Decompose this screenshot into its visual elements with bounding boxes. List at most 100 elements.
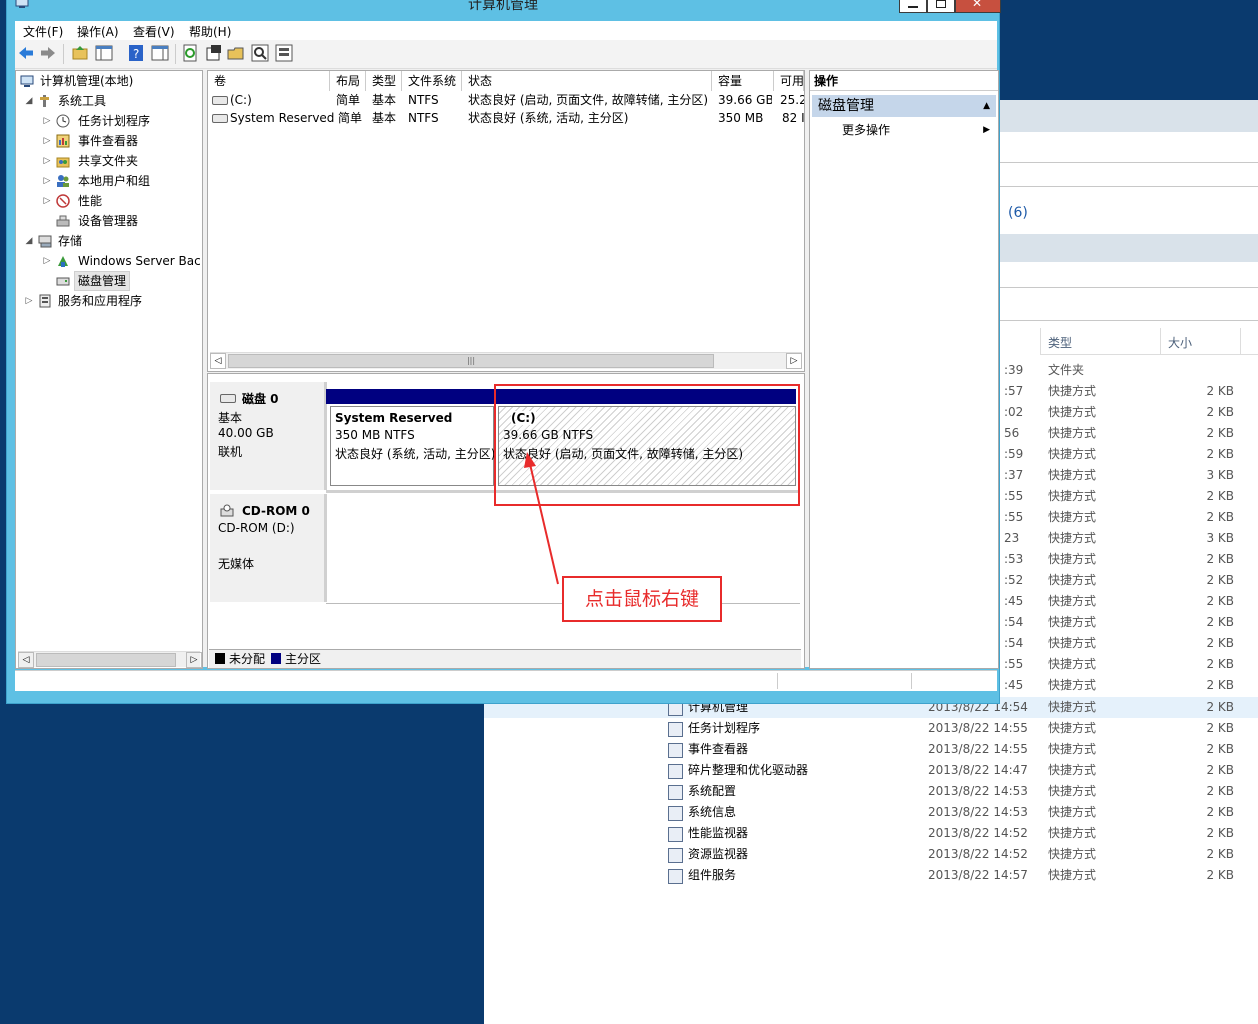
bg-file-row[interactable]: 系统信息 2013/8/22 14:53 快捷方式 2 KB: [484, 802, 1258, 823]
expand-arrow-icon[interactable]: ▷: [42, 131, 52, 151]
properties-panel-icon[interactable]: [151, 44, 169, 62]
bg-file-type: 快捷方式: [1048, 552, 1097, 566]
expand-arrow-icon[interactable]: ▷: [42, 191, 52, 211]
svg-text:?: ?: [133, 47, 139, 61]
tree-label: 设备管理器: [78, 214, 139, 228]
scroll-left-icon[interactable]: ◁: [18, 652, 34, 668]
bg-file-type: 快捷方式: [1048, 531, 1097, 545]
expand-arrow-icon[interactable]: ▷: [24, 291, 34, 311]
col-type[interactable]: 类型: [366, 71, 402, 91]
volume-horizontal-scrollbar[interactable]: ◁ ||| ▷: [210, 352, 802, 369]
volume-layout: 简单: [338, 111, 363, 125]
bg-file-type: 快捷方式: [1048, 678, 1097, 692]
close-button[interactable]: ✕: [955, 0, 1001, 13]
help-icon[interactable]: ?: [127, 44, 145, 62]
tree-item-shared-folders[interactable]: ▷ 共享文件夹: [16, 151, 200, 171]
bg-file-type: 快捷方式: [1048, 742, 1097, 756]
collapse-up-icon[interactable]: ▲: [983, 95, 990, 117]
bg-file-type: 快捷方式: [1048, 510, 1097, 524]
menu-file[interactable]: 文件(F): [23, 23, 63, 40]
bg-divider: [1000, 287, 1258, 288]
scroll-thumb[interactable]: |||: [228, 354, 714, 368]
back-icon[interactable]: [17, 44, 35, 62]
show-hide-tree-icon[interactable]: [95, 44, 113, 62]
tree-item-local-users[interactable]: ▷ 本地用户和组: [16, 171, 200, 191]
table-row[interactable]: (C:) 简单 基本 NTFS 状态良好 (启动, 页面文件, 故障转储, 主分…: [208, 91, 804, 109]
search-icon[interactable]: [251, 44, 269, 62]
scroll-thumb[interactable]: [36, 653, 176, 667]
bg-col-size[interactable]: 大小: [1168, 334, 1192, 351]
bg-file-type: 快捷方式: [1048, 721, 1097, 735]
partition-system-reserved[interactable]: System Reserved 350 MB NTFS 状态良好 (系统, 活动…: [330, 406, 496, 486]
status-bar: [15, 670, 997, 691]
up-folder-icon[interactable]: [71, 44, 89, 62]
tree-label: 本地用户和组: [78, 174, 151, 188]
storage-icon: [38, 234, 52, 248]
col-status[interactable]: 状态: [462, 71, 712, 91]
tree-item-device-manager[interactable]: 设备管理器: [16, 211, 200, 231]
scroll-right-icon[interactable]: ▷: [786, 353, 802, 369]
scroll-right-icon[interactable]: ▷: [186, 652, 202, 668]
disk-0-label[interactable]: 磁盘 0 基本 40.00 GB 联机: [210, 382, 327, 490]
menu-help[interactable]: 帮助(H): [189, 23, 231, 40]
bg-file-row[interactable]: 资源监视器 2013/8/22 14:52 快捷方式 2 KB: [484, 844, 1258, 865]
partition-status: 状态良好 (系统, 活动, 主分区): [335, 447, 496, 461]
scroll-left-icon[interactable]: ◁: [210, 353, 226, 369]
col-capacity[interactable]: 容量: [712, 71, 774, 91]
tree-item-performance[interactable]: ▷ 性能: [16, 191, 200, 211]
more-actions-item[interactable]: 更多操作 ▶: [812, 120, 996, 140]
menu-view[interactable]: 查看(V): [133, 23, 175, 40]
bg-file-row[interactable]: 组件服务 2013/8/22 14:57 快捷方式 2 KB: [484, 865, 1258, 886]
settings-icon[interactable]: [275, 44, 293, 62]
bg-file-row[interactable]: 系统配置 2013/8/22 14:53 快捷方式 2 KB: [484, 781, 1258, 802]
tree-label: 系统工具: [58, 94, 107, 108]
bg-file-row[interactable]: 事件查看器 2013/8/22 14:55 快捷方式 2 KB: [484, 739, 1258, 760]
disk-0-type: 基本: [218, 411, 243, 425]
refresh-icon[interactable]: [181, 44, 199, 62]
properties-icon[interactable]: [205, 44, 223, 62]
collapse-arrow-icon[interactable]: ◢: [24, 231, 34, 251]
shortcut-icon: [668, 827, 683, 842]
menu-action[interactable]: 操作(A): [77, 23, 119, 40]
bg-file-row[interactable]: 任务计划程序 2013/8/22 14:55 快捷方式 2 KB: [484, 718, 1258, 739]
bg-file-size: 2 KB: [1206, 763, 1234, 777]
annotation-label: 点击鼠标右键: [562, 576, 722, 622]
bg-file-size: 3 KB: [1206, 468, 1234, 482]
bg-file-row[interactable]: 性能监视器 2013/8/22 14:52 快捷方式 2 KB: [484, 823, 1258, 844]
tree-horizontal-scrollbar[interactable]: ◁ ▷: [18, 651, 202, 668]
primary-partition-bar: [326, 389, 494, 404]
col-filesystem[interactable]: 文件系统: [402, 71, 462, 91]
forward-icon[interactable]: [39, 44, 57, 62]
tree-item-system-tools[interactable]: ◢ 系统工具: [16, 91, 200, 111]
bg-file-time: :55: [1004, 510, 1024, 524]
disk-management-icon: [56, 274, 70, 288]
expand-arrow-icon[interactable]: ▷: [42, 151, 52, 171]
bg-file-type: 快捷方式: [1048, 636, 1097, 650]
bg-divider: [1000, 186, 1258, 187]
minimize-button[interactable]: [899, 0, 927, 13]
col-volume[interactable]: 卷: [208, 71, 330, 91]
bg-file-type: 快捷方式: [1048, 447, 1097, 461]
expand-arrow-icon[interactable]: ▷: [42, 251, 52, 271]
bg-file-time: 2013/8/22 14:57: [928, 868, 1028, 882]
tree-item-task-scheduler[interactable]: ▷ 任务计划程序: [16, 111, 200, 131]
maximize-button[interactable]: [927, 0, 955, 13]
tree-item-disk-management[interactable]: 磁盘管理: [16, 271, 200, 291]
tree-item-storage[interactable]: ◢ 存储: [16, 231, 200, 251]
volume-icon: [212, 96, 228, 105]
bg-col-type[interactable]: 类型: [1048, 334, 1072, 351]
tree-item-windows-server-backup[interactable]: ▷ Windows Server Back: [16, 251, 200, 271]
cdrom-0-label[interactable]: CD-ROM 0 CD-ROM (D:) 无媒体: [210, 494, 327, 602]
tree-item-event-viewer[interactable]: ▷ 事件查看器: [16, 131, 200, 151]
actions-section-disk-management[interactable]: 磁盘管理 ▲: [812, 95, 996, 117]
table-row[interactable]: System Reserved 简单 基本 NTFS 状态良好 (系统, 活动,…: [208, 109, 804, 127]
tree-item-root[interactable]: 计算机管理(本地): [16, 71, 200, 91]
expand-arrow-icon[interactable]: ▷: [42, 171, 52, 191]
bg-file-row[interactable]: 碎片整理和优化驱动器 2013/8/22 14:47 快捷方式 2 KB: [484, 760, 1258, 781]
col-layout[interactable]: 布局: [330, 71, 366, 91]
tree-item-services-apps[interactable]: ▷ 服务和应用程序: [16, 291, 200, 311]
col-free[interactable]: 可用: [774, 71, 804, 91]
collapse-arrow-icon[interactable]: ◢: [24, 91, 34, 111]
open-icon[interactable]: [227, 44, 245, 62]
expand-arrow-icon[interactable]: ▷: [42, 111, 52, 131]
